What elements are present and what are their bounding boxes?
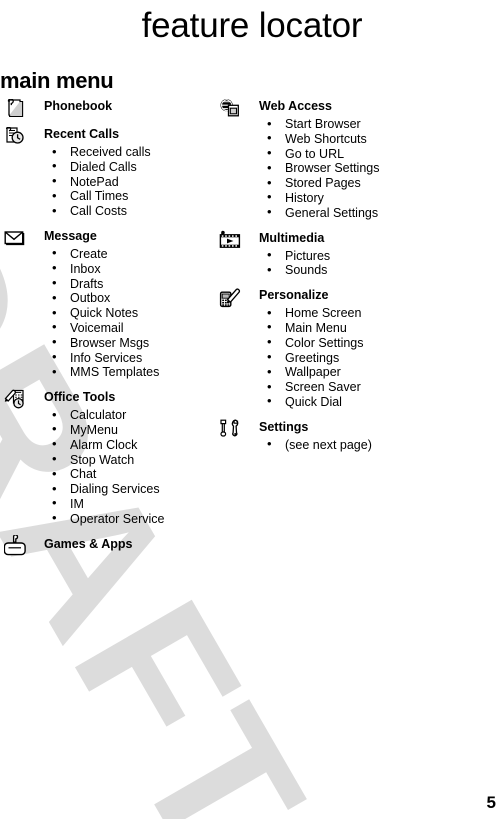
menu-sub-item[interactable]: Screen Saver: [259, 380, 459, 395]
menu-sub-item[interactable]: Alarm Clock: [44, 437, 219, 453]
menu-group: Message CreateInboxDraftsOutboxQuick Note…: [4, 228, 219, 380]
menu-group-header[interactable]: Multimedia: [219, 230, 459, 249]
menu-sub-item[interactable]: MyMenu: [44, 422, 219, 438]
menu-sub-item[interactable]: History: [259, 190, 459, 206]
menu-sublist: Home ScreenMain MenuColor SettingsGreeti…: [219, 306, 459, 410]
menu-sub-item[interactable]: Pictures: [259, 248, 459, 264]
menu-sub-item[interactable]: Create: [44, 246, 219, 262]
multimedia-filmstrip-icon: [219, 230, 247, 250]
menu-sub-item[interactable]: Call Times: [44, 189, 219, 204]
menu-sub-item[interactable]: Calculator: [44, 408, 219, 423]
menu-sublist: Received callsDialed CallsNotePadCall Ti…: [4, 145, 219, 219]
settings-tools-icon: [219, 419, 247, 439]
menu-sub-item[interactable]: Color Settings: [259, 335, 459, 351]
menu-sub-item[interactable]: Main Menu: [259, 320, 459, 336]
menu-group: Multimedia PicturesSounds: [219, 230, 459, 279]
menu-sub-item[interactable]: Operator Service: [44, 511, 219, 527]
menu-group-title: Office Tools: [44, 390, 116, 405]
menu-group: Phonebook: [4, 98, 219, 117]
menu-sub-item[interactable]: Drafts: [44, 276, 219, 292]
menu-group-header[interactable]: Personalize: [219, 287, 459, 307]
menu-group: Recent Calls Received callsDialed CallsNo…: [4, 126, 219, 219]
menu-sub-item[interactable]: MMS Templates: [44, 365, 219, 380]
menu-group-header[interactable]: Office Tools: [4, 389, 219, 409]
menu-sub-item[interactable]: Inbox: [44, 261, 219, 277]
menu-sub-item[interactable]: Home Screen: [259, 306, 459, 321]
phonebook-icon: [4, 98, 32, 118]
menu-sub-item[interactable]: Dialed Calls: [44, 159, 219, 175]
web-access-globe-icon: [219, 98, 247, 118]
menu-sub-item[interactable]: Outbox: [44, 291, 219, 306]
menu-sub-item[interactable]: (see next page): [259, 437, 459, 453]
office-tools-icon: [4, 389, 32, 409]
menu-group-header[interactable]: Games & Apps: [4, 535, 219, 556]
menu-group-title: Web Access: [259, 99, 332, 113]
menu-group-title: Multimedia: [259, 230, 325, 245]
menu-sub-item[interactable]: Dialing Services: [44, 482, 219, 497]
menu-group: Games & Apps: [4, 535, 219, 556]
menu-sub-item[interactable]: Greetings: [259, 350, 459, 366]
menu-sub-item[interactable]: Voicemail: [44, 320, 219, 336]
menu-group-title: Settings: [259, 419, 309, 434]
page-number: 5: [486, 793, 496, 812]
section-heading-main-menu: main menu: [0, 68, 114, 93]
menu-sub-item[interactable]: Received calls: [44, 145, 219, 160]
menu-group-title: Personalize: [259, 288, 329, 303]
menu-sub-item[interactable]: Info Services: [44, 350, 219, 366]
page-title: feature locator: [141, 6, 363, 45]
menu-sub-item[interactable]: Web Shortcuts: [259, 131, 459, 147]
menu-sub-item[interactable]: Browser Settings: [259, 161, 459, 176]
games-apps-joystick-icon: [4, 535, 32, 556]
menu-group: Settings (see next page): [219, 419, 459, 453]
menu-sub-item[interactable]: Quick Notes: [44, 306, 219, 321]
menu-group-header[interactable]: Message: [4, 228, 219, 247]
menu-group-header[interactable]: Web Access: [219, 98, 459, 117]
menu-sub-item[interactable]: Stored Pages: [259, 176, 459, 191]
menu-sub-item[interactable]: General Settings: [259, 205, 459, 221]
menu-sublist: CalculatorMyMenuAlarm ClockStop WatchCha…: [4, 408, 219, 526]
menu-group-title: Message: [44, 228, 97, 243]
menu-sublist: (see next page): [219, 437, 459, 453]
feature-locator-page: DRAFT feature locator main menu Phoneboo…: [0, 0, 504, 819]
menu-group-title: Games & Apps: [44, 536, 133, 551]
menu-sub-item[interactable]: Sounds: [259, 263, 459, 278]
left-column: Phonebook Recent CallsReceived callsDial…: [4, 98, 219, 564]
menu-sublist: PicturesSounds: [219, 248, 459, 279]
menu-sub-item[interactable]: Browser Msgs: [44, 335, 219, 351]
menu-sublist: Start BrowserWeb ShortcutsGo to URLBrows…: [219, 117, 459, 221]
menu-group: Web Access Start BrowserWeb ShortcutsGo t…: [219, 98, 459, 221]
menu-sub-item[interactable]: Quick Dial: [259, 394, 459, 410]
menu-group: Personalize Home ScreenMain MenuColor Set…: [219, 287, 459, 410]
menu-sub-item[interactable]: NotePad: [44, 174, 219, 190]
menu-sub-item[interactable]: Wallpaper: [259, 365, 459, 380]
message-envelope-icon: [4, 228, 32, 248]
menu-group-header[interactable]: Recent Calls: [4, 126, 219, 145]
personalize-phone-pencil-icon: [219, 287, 247, 307]
menu-group-title: Phonebook: [44, 99, 113, 113]
menu-group-title: Recent Calls: [44, 127, 120, 141]
menu-sub-item[interactable]: IM: [44, 496, 219, 512]
menu-group: Office Tools CalculatorMyMenuAlarm ClockS…: [4, 389, 219, 526]
menu-sub-item[interactable]: Go to URL: [259, 146, 459, 162]
right-column: Web Access Start BrowserWeb ShortcutsGo t…: [219, 98, 459, 462]
menu-group-header[interactable]: Settings: [219, 419, 459, 438]
menu-sub-item[interactable]: Chat: [44, 467, 219, 482]
menu-group-header[interactable]: Phonebook: [4, 98, 219, 117]
menu-sub-item[interactable]: Stop Watch: [44, 452, 219, 468]
menu-sublist: CreateInboxDraftsOutboxQuick NotesVoicem…: [4, 246, 219, 380]
recent-calls-icon: [4, 126, 32, 146]
menu-sub-item[interactable]: Start Browser: [259, 117, 459, 132]
menu-sub-item[interactable]: Call Costs: [44, 204, 219, 219]
